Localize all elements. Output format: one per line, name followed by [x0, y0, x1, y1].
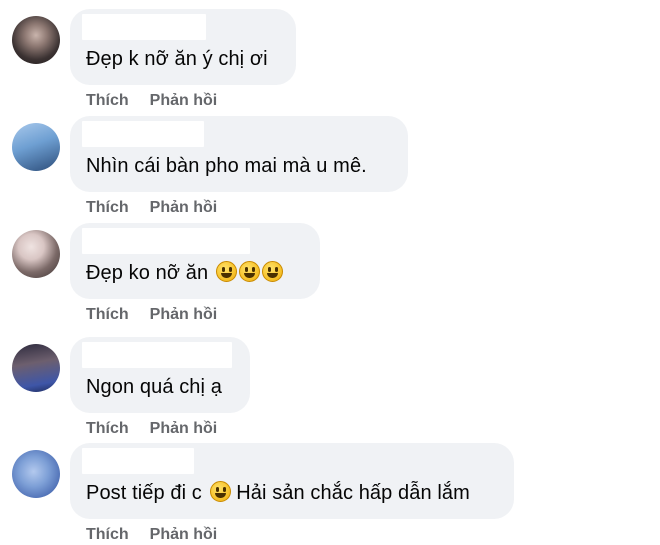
grinning-face-emoji-icon — [261, 261, 283, 282]
reply-button[interactable]: Phản hồi — [150, 526, 218, 544]
comment-thread: Đẹp k nỡ ăn ý chị ơi Thích Phản hồi Nhìn … — [0, 0, 660, 545]
commenter-name-redacted[interactable] — [82, 121, 204, 147]
comment-text: Post tiếp đi c Hải sản chắc hấp dẫn lắm — [86, 480, 470, 506]
like-button[interactable]: Thích — [86, 420, 129, 438]
comment-actions: Thích Phản hồi — [86, 526, 217, 544]
reply-button[interactable]: Phản hồi — [150, 306, 218, 324]
commenter-avatar[interactable] — [12, 16, 60, 64]
comment-bubble: Post tiếp đi c Hải sản chắc hấp dẫn lắm — [70, 443, 514, 519]
commenter-name-redacted[interactable] — [82, 14, 206, 40]
comment-text: Nhìn cái bàn pho mai mà u mê. — [86, 155, 367, 177]
comment-bubble: Đẹp ko nỡ ăn — [70, 223, 320, 299]
comment-text: Ngon quá chị ạ — [86, 376, 222, 398]
comment-item: Post tiếp đi c Hải sản chắc hấp dẫn lắm … — [0, 441, 660, 545]
like-button[interactable]: Thích — [86, 306, 129, 324]
reply-button[interactable]: Phản hồi — [150, 420, 218, 438]
commenter-avatar[interactable] — [12, 123, 60, 171]
comment-text-before: Post tiếp đi c — [86, 482, 202, 504]
comment-text: Đẹp k nỡ ăn ý chị ơi — [86, 48, 268, 70]
commenter-avatar[interactable] — [12, 344, 60, 392]
like-button[interactable]: Thích — [86, 199, 129, 217]
grinning-face-emoji-icon — [209, 481, 231, 502]
comment-item: Ngon quá chị ạ Thích Phản hồi — [0, 335, 660, 443]
commenter-name-redacted[interactable] — [82, 342, 232, 368]
like-button[interactable]: Thích — [86, 92, 129, 110]
comment-text: Đẹp ko nỡ ăn — [86, 260, 283, 286]
comment-text-body: Đẹp ko nỡ ăn — [86, 262, 209, 284]
comment-actions: Thích Phản hồi — [86, 306, 217, 324]
comment-bubble: Nhìn cái bàn pho mai mà u mê. — [70, 116, 408, 192]
comment-item: Đẹp k nỡ ăn ý chị ơi Thích Phản hồi — [0, 7, 660, 115]
comment-actions: Thích Phản hồi — [86, 420, 217, 438]
commenter-avatar[interactable] — [12, 230, 60, 278]
comment-item: Đẹp ko nỡ ăn Thích Phản hồi — [0, 221, 660, 329]
commenter-avatar[interactable] — [12, 450, 60, 498]
reply-button[interactable]: Phản hồi — [150, 92, 218, 110]
comment-text-after: Hải sản chắc hấp dẫn lắm — [230, 482, 470, 504]
comment-actions: Thích Phản hồi — [86, 92, 217, 110]
reply-button[interactable]: Phản hồi — [150, 199, 218, 217]
grinning-face-emoji-icon — [238, 261, 260, 282]
grinning-face-emoji-icon — [215, 261, 237, 282]
commenter-name-redacted[interactable] — [82, 228, 250, 254]
comment-bubble: Đẹp k nỡ ăn ý chị ơi — [70, 9, 296, 85]
comment-actions: Thích Phản hồi — [86, 199, 217, 217]
like-button[interactable]: Thích — [86, 526, 129, 544]
comment-item: Nhìn cái bàn pho mai mà u mê. Thích Phản … — [0, 114, 660, 222]
comment-bubble: Ngon quá chị ạ — [70, 337, 250, 413]
commenter-name-redacted[interactable] — [82, 448, 194, 474]
